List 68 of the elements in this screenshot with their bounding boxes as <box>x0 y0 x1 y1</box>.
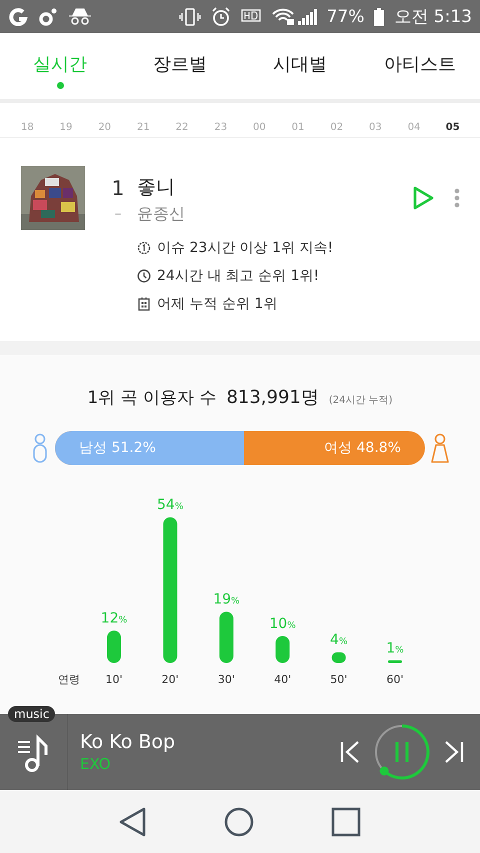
axis-label: 40' <box>274 673 292 686</box>
stat-note: (24시간 누적) <box>328 394 393 407</box>
incognito-icon <box>68 8 92 26</box>
alarm-icon <box>210 6 231 26</box>
app-icon <box>38 8 58 26</box>
vibrate-icon <box>178 8 201 26</box>
clock-icon <box>137 269 151 283</box>
axis-label: 10' <box>105 673 123 686</box>
hour-label[interactable]: 19 <box>46 122 86 133</box>
female-share: 여성 48.8% <box>323 439 402 458</box>
hour-label[interactable]: 18 <box>8 122 47 133</box>
chart-fact: 어제 누적 순위 1위 <box>157 295 278 313</box>
male-share: 남성 51.2% <box>55 431 244 465</box>
bar <box>388 660 402 663</box>
rank-number: 1 <box>112 176 124 200</box>
axis-label: 60' <box>386 673 404 686</box>
hour-label[interactable]: 21 <box>124 122 163 133</box>
clock-time: 오전 5:13 <box>394 6 472 28</box>
value-label: 1% <box>386 640 404 656</box>
hour-label[interactable]: 03 <box>356 122 395 133</box>
bar <box>219 612 234 663</box>
hour-label[interactable]: 02 <box>317 122 356 133</box>
value-label: 12% <box>100 610 128 627</box>
hour-label[interactable]: 23 <box>201 122 240 133</box>
hour-label[interactable]: 04 <box>394 122 434 133</box>
now-playing-title: Ko Ko Bop <box>80 731 176 753</box>
wifi-signal-icon <box>270 8 317 26</box>
value-label: 19% <box>213 592 240 608</box>
hour-label[interactable]: 01 <box>278 122 318 133</box>
hour-label[interactable]: 22 <box>162 122 202 133</box>
value-label: 54% <box>157 497 184 514</box>
chart-fact: 이슈 23시간 이상 1위 지속! <box>157 239 334 257</box>
axis-label: 30' <box>218 673 235 686</box>
stat-label: 1위 곡 이용자 수 <box>87 387 216 409</box>
hour-label[interactable]: 05 <box>433 122 472 133</box>
axis-label: 50' <box>330 673 348 686</box>
user-count: 813,991명 <box>226 386 319 409</box>
app-icon <box>8 8 28 26</box>
value-label: 4% <box>330 632 348 648</box>
axis-title: 연령 <box>58 673 80 686</box>
artist-name: 윤종신 <box>137 204 186 225</box>
pause-button[interactable] <box>372 722 432 782</box>
now-playing-artist: EXO <box>80 755 112 773</box>
tab[interactable]: 장르별 <box>120 33 240 99</box>
axis-label: 20' <box>162 673 179 686</box>
badge-icon <box>137 241 151 255</box>
person-icon <box>31 433 49 463</box>
song-title: 좋니 <box>137 175 176 200</box>
tab[interactable]: 실시간 <box>0 33 120 99</box>
hd-icon <box>240 8 261 24</box>
home-icon[interactable] <box>224 806 254 836</box>
person-icon <box>431 433 449 463</box>
back-icon[interactable] <box>118 806 147 836</box>
recents-icon[interactable] <box>331 806 362 836</box>
value-label: 10% <box>269 616 296 632</box>
bar <box>276 636 290 663</box>
battery-percent: 77% <box>326 6 364 26</box>
bar <box>107 630 121 663</box>
calendar-icon <box>137 297 151 311</box>
chart-fact: 24시간 내 최고 순위 1위! <box>157 267 320 285</box>
bar <box>332 652 346 663</box>
hour-label[interactable]: 20 <box>85 122 124 133</box>
battery-icon <box>374 8 384 26</box>
app-badge: music <box>8 706 56 722</box>
tab[interactable]: 아티스트 <box>360 33 480 99</box>
rank-change: – <box>114 206 122 222</box>
hour-label[interactable]: 00 <box>240 122 279 133</box>
tab[interactable]: 시대별 <box>240 33 360 99</box>
